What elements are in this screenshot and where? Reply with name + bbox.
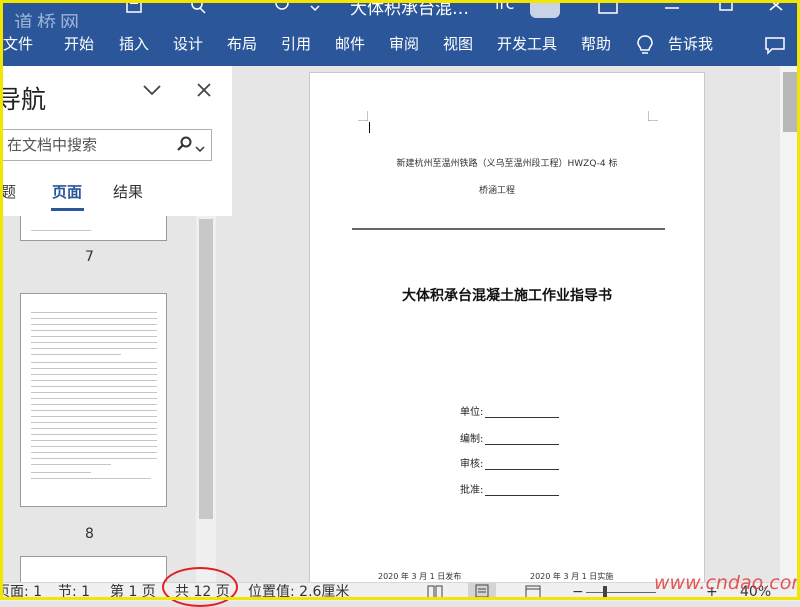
close-icon[interactable] (196, 82, 212, 102)
document-title-text: 大体积承台混凝土施工作业指导书 (402, 288, 612, 304)
avatar[interactable] (530, 0, 560, 18)
ribbon-tabs: 文件 开始 插入 设计 布局 引用 邮件 审阅 视图 开发工具 帮助 告诉我 (0, 28, 800, 66)
site-watermark-logo: 道桥网 (14, 12, 84, 28)
customize-qat-icon[interactable] (306, 0, 324, 20)
text-cursor (369, 122, 370, 133)
touch-mode-icon[interactable] (270, 0, 294, 20)
save-icon[interactable] (124, 0, 144, 20)
project-subtitle: 桥涵工程 (478, 186, 515, 196)
tab-results[interactable]: 结果 (113, 181, 143, 202)
scrollbar-thumb[interactable] (783, 72, 797, 132)
search-box (0, 129, 212, 161)
publish-date: 2020 年 3 月 1 日发布 (378, 572, 462, 581)
active-tab-indicator (51, 208, 84, 211)
web-layout-icon[interactable] (525, 585, 541, 603)
search-icon[interactable] (177, 136, 193, 156)
field-label: 单位: (460, 407, 484, 418)
nav-pane-title: 导航 (0, 85, 47, 114)
tab-pages[interactable]: 页面 (52, 181, 82, 202)
field-review: 审核: (460, 455, 560, 470)
field-label: 审核: (460, 459, 484, 470)
blank-line (485, 444, 560, 445)
tab-layout[interactable]: 布局 (227, 35, 257, 53)
field-label: 编制: (460, 434, 484, 445)
comment-icon[interactable] (764, 34, 786, 56)
blank-line (485, 469, 560, 470)
blank-line (485, 417, 560, 418)
page-thumbnail[interactable] (20, 216, 167, 241)
tab-review[interactable]: 审阅 (389, 35, 419, 53)
lightbulb-icon[interactable] (636, 34, 654, 60)
print-layout-icon[interactable] (468, 583, 496, 600)
divider (352, 228, 665, 230)
page-thumbnail[interactable] (20, 556, 167, 582)
tab-references[interactable]: 引用 (281, 35, 311, 53)
status-section[interactable]: 节: 1 (58, 584, 90, 600)
zoom-slider[interactable] (586, 592, 656, 593)
vertical-scrollbar[interactable] (780, 66, 800, 582)
corner-mark (358, 111, 368, 121)
blank-line (485, 495, 560, 496)
minimize-icon[interactable] (660, 0, 684, 20)
page-thumbnail-number: 8 (85, 526, 94, 542)
chevron-down-icon[interactable] (195, 139, 205, 158)
field-approve: 批准: (460, 481, 560, 496)
status-page-of[interactable]: 第 1 页 (110, 584, 156, 600)
page-thumbnail-number: 7 (85, 249, 94, 265)
field-compiled: 编制: (460, 430, 560, 445)
close-window-icon[interactable] (764, 0, 788, 20)
thumbnail-scrollbar[interactable] (196, 216, 216, 582)
read-mode-icon[interactable] (427, 585, 443, 603)
field-label: 批准: (460, 485, 484, 496)
document-page[interactable]: 新建杭州至温州铁路（义乌至温州段工程）HWZQ-4 标 桥涵工程 大体积承台混凝… (309, 72, 705, 582)
page-thumbnail[interactable] (20, 293, 167, 507)
tab-headings[interactable]: 标题 (0, 181, 16, 202)
zoom-out-button[interactable]: − (572, 584, 584, 600)
project-name: 新建杭州至温州铁路（义乌至温州段工程）HWZQ-4 标 (396, 159, 618, 169)
user-name[interactable]: irc (495, 0, 514, 13)
tab-view[interactable]: 视图 (443, 35, 473, 53)
document-area: 新建杭州至温州铁路（义乌至温州段工程）HWZQ-4 标 桥涵工程 大体积承台混凝… (232, 66, 780, 582)
tab-design[interactable]: 设计 (173, 35, 203, 53)
search-input[interactable] (5, 134, 169, 156)
tab-help[interactable]: 帮助 (581, 35, 611, 53)
status-page[interactable]: 页面: 1 (0, 584, 42, 600)
status-position[interactable]: 位置值: 2.6厘米 (248, 584, 349, 600)
site-url-watermark: www.cndao.com (654, 572, 800, 594)
document-title: 大体积承台混… (350, 0, 469, 19)
status-total-pages[interactable]: 共 12 页 (175, 584, 230, 600)
restore-icon[interactable] (714, 0, 738, 20)
corner-mark (648, 111, 658, 121)
ribbon-display-options-icon[interactable] (596, 0, 620, 20)
chevron-down-icon[interactable] (142, 82, 162, 101)
tell-me-box[interactable]: 告诉我 (668, 35, 713, 53)
title-bar: 道桥网 大体积承台混… irc (0, 0, 800, 28)
tab-developer[interactable]: 开发工具 (497, 35, 557, 53)
navigation-pane: 导航 标题 页面 结果 7 (0, 66, 232, 582)
tab-mailings[interactable]: 邮件 (335, 35, 365, 53)
print-preview-icon[interactable] (188, 0, 208, 20)
page-thumbnails: 7 8 (0, 216, 232, 582)
tab-file[interactable]: 文件 (3, 35, 33, 53)
zoom-slider-thumb[interactable] (603, 586, 607, 598)
field-unit: 单位: (460, 403, 560, 418)
tab-home[interactable]: 开始 (64, 35, 94, 53)
effective-date: 2020 年 3 月 1 日实施 (530, 572, 614, 581)
tab-insert[interactable]: 插入 (119, 35, 149, 53)
